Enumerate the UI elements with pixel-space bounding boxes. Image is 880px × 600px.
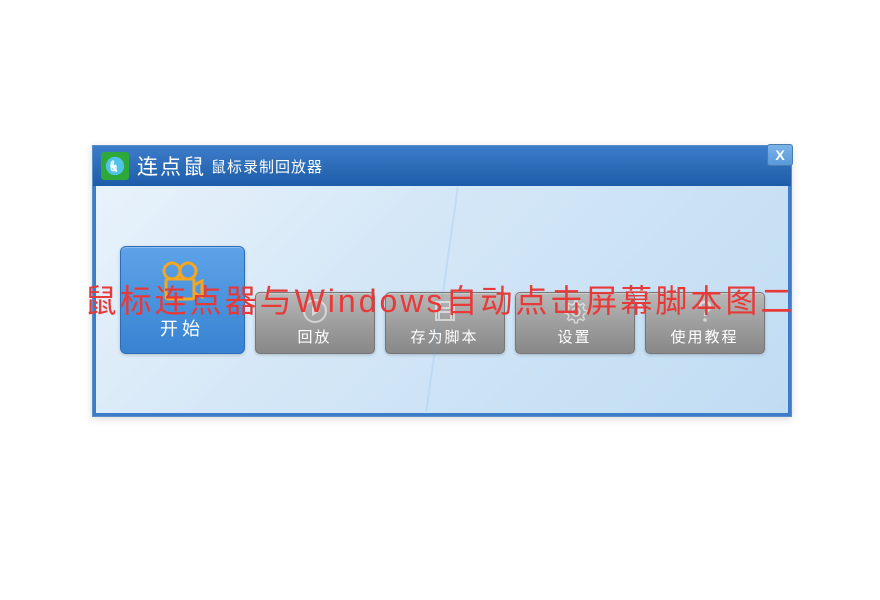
close-icon: X [775,147,784,163]
app-logo-icon [101,152,129,180]
camera-icon [158,259,206,307]
replay-button[interactable]: 回放 [255,292,375,354]
app-title-sub: 鼠标录制回放器 [211,156,323,177]
save-icon [431,298,459,324]
settings-button-label: 设置 [557,326,591,347]
start-button[interactable]: 开始 [120,246,245,354]
content-area: 开始 回放 存为脚 [93,186,791,416]
close-button[interactable]: X [767,144,793,166]
tutorial-button[interactable]: 使用教程 [645,292,765,354]
app-window: 连点鼠 鼠标录制回放器 X 开始 [92,145,792,417]
start-button-label: 开始 [160,315,204,341]
help-icon [691,298,719,324]
titlebar: 连点鼠 鼠标录制回放器 X [93,146,791,186]
tutorial-button-label: 使用教程 [670,326,738,347]
replay-button-label: 回放 [297,326,331,347]
toolbar: 开始 回放 存为脚 [120,246,765,354]
play-icon [301,298,329,324]
save-script-button-label: 存为脚本 [410,326,478,347]
settings-button[interactable]: 设置 [515,292,635,354]
app-title-main: 连点鼠 [137,151,206,181]
save-script-button[interactable]: 存为脚本 [385,292,505,354]
gear-icon [561,298,589,324]
